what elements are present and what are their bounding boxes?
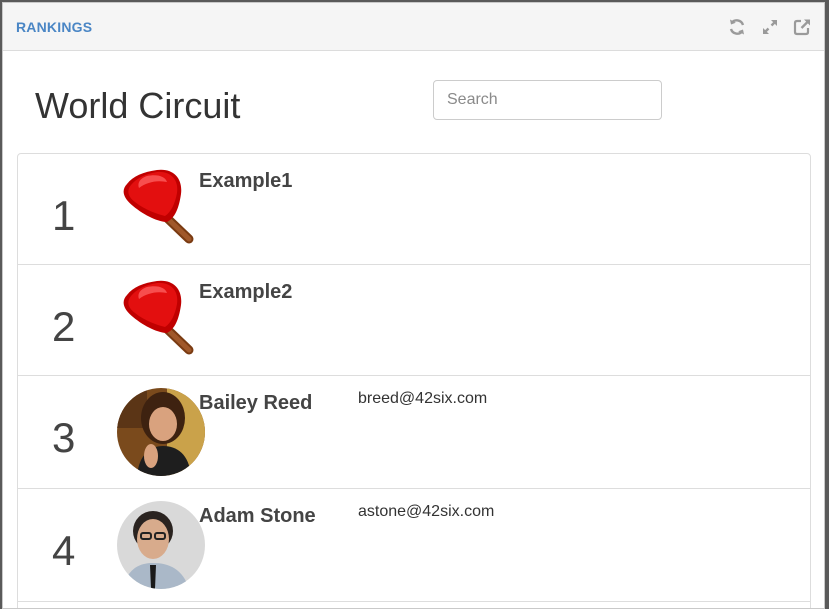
ranking-row[interactable]: 2 Example2 — [18, 265, 810, 376]
page-title: World Circuit — [35, 85, 241, 126]
panel-header: RANKINGS — [3, 3, 824, 51]
avatar — [117, 501, 205, 589]
player-email: breed@42six.com — [358, 390, 488, 407]
ping-pong-paddle-icon — [117, 277, 205, 365]
ranking-row[interactable]: 3 Bailey Reed breed@42six.com — [18, 376, 810, 489]
ping-pong-paddle-icon — [117, 166, 205, 254]
player-name[interactable]: Bailey Reed — [199, 392, 312, 415]
rank-number: 4 — [52, 527, 76, 574]
player-name[interactable]: Example1 — [199, 170, 292, 193]
rank-number: 1 — [52, 192, 76, 239]
rank-number: 3 — [52, 414, 76, 461]
refresh-icon[interactable] — [727, 17, 747, 37]
rankings-list: 1 Example1 2 Example2 3 Bailey Reed bree… — [17, 153, 811, 608]
player-name[interactable]: Adam Stone — [199, 505, 316, 528]
expand-icon[interactable] — [760, 17, 780, 37]
panel-title: RANKINGS — [16, 19, 93, 35]
ranking-row[interactable]: 4 Adam Stone astone@42six.com — [18, 489, 810, 602]
rankings-panel: RANKINGS World Circuit Search 1 Example1… — [2, 2, 825, 609]
player-name[interactable]: Example2 — [199, 281, 292, 304]
avatar — [117, 388, 205, 476]
search-input[interactable] — [433, 80, 662, 120]
player-email: astone@42six.com — [358, 503, 495, 520]
popout-icon[interactable] — [792, 17, 812, 37]
ranking-row[interactable]: 1 Example1 — [18, 154, 810, 265]
rank-number: 2 — [52, 303, 76, 350]
